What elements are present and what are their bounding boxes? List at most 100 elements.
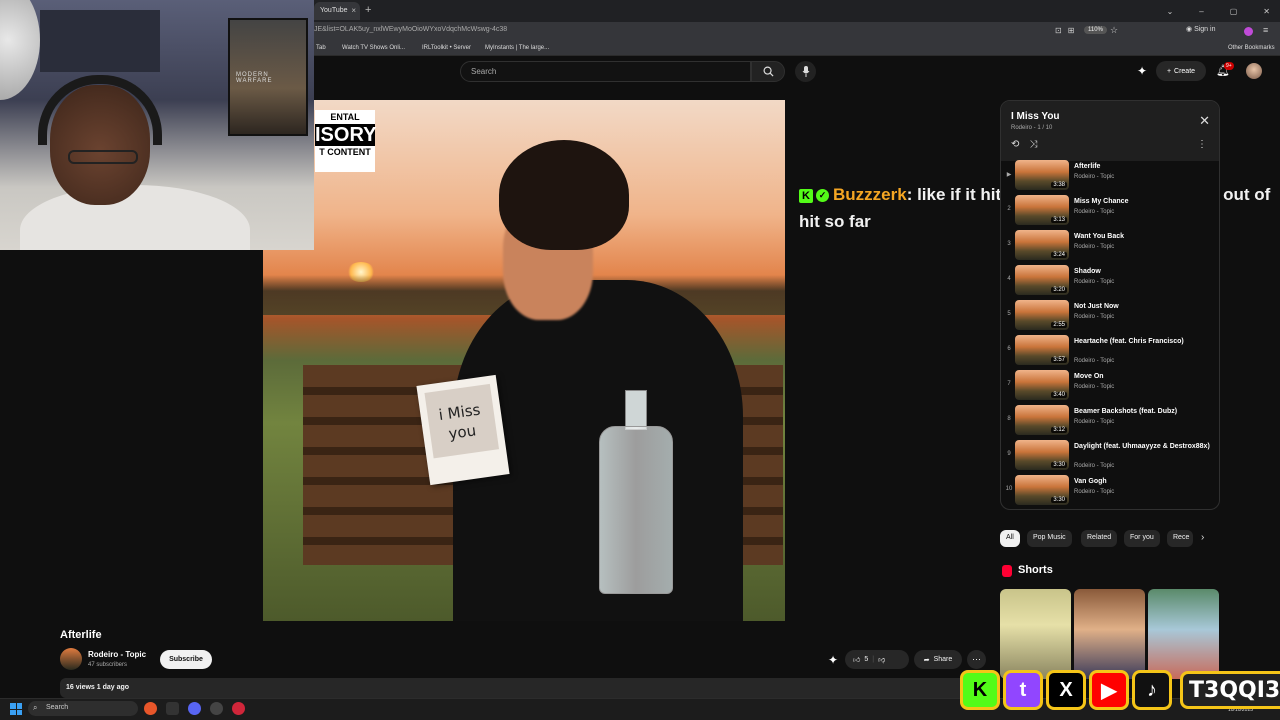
subscribe-button[interactable]: Subscribe bbox=[160, 650, 212, 669]
browser-tab-youtube[interactable]: YouTube × bbox=[314, 2, 360, 20]
bookmark-irltoolkit[interactable]: IRLToolkit • Server bbox=[422, 45, 471, 51]
menu-icon[interactable]: ≡ bbox=[1263, 25, 1268, 35]
discord-icon[interactable] bbox=[188, 702, 201, 715]
tab-title: YouTube bbox=[320, 7, 348, 14]
playlist-item-title: Heartache (feat. Chris Francisco) bbox=[1074, 338, 1184, 345]
tiktok-logo-icon: ♪ bbox=[1132, 670, 1172, 710]
playlist-thumbnail: 3:12 bbox=[1015, 405, 1069, 435]
playlist-item-artist: Rodeiro - Topic bbox=[1074, 358, 1115, 364]
playlist-item[interactable]: 4 3:20 Shadow Rodeiro - Topic bbox=[1001, 263, 1219, 298]
kick-icon: K bbox=[799, 188, 813, 203]
playlist-item[interactable]: ▶ 3:38 Afterlife Rodeiro - Topic bbox=[1001, 158, 1219, 193]
playlist-item[interactable]: 3 3:24 Want You Back Rodeiro - Topic bbox=[1001, 228, 1219, 263]
reader-icon[interactable]: ⊞ bbox=[1068, 26, 1075, 35]
new-tab-button[interactable]: + bbox=[365, 4, 371, 16]
url-text[interactable]: JE&list=OLAK5uy_nxlWEwyMoOioWYxoVdqchMcW… bbox=[314, 26, 507, 33]
kick-logo-icon: K bbox=[960, 670, 1000, 710]
install-icon[interactable]: ⊡ bbox=[1055, 26, 1062, 35]
bookmark-myinstants[interactable]: MyInstants | The large... bbox=[485, 45, 549, 51]
share-button[interactable]: ➦ Share bbox=[914, 650, 962, 669]
playlist-thumbnail: 3:13 bbox=[1015, 195, 1069, 225]
game-poster: MODERN WARFARE bbox=[228, 18, 308, 136]
playlist-item[interactable]: 6 3:57 Heartache (feat. Chris Francisco) Ro… bbox=[1001, 333, 1219, 368]
verified-icon: ✓ bbox=[816, 189, 829, 203]
extension-icon[interactable] bbox=[1244, 27, 1253, 36]
playlist-title[interactable]: I Miss You bbox=[1011, 111, 1209, 122]
playlist-item-title: Daylight (feat. Uhmaayyze & Destrox88x) bbox=[1074, 443, 1210, 450]
glasses-graphic bbox=[68, 150, 138, 164]
sign-in-button[interactable]: ◉ Sign in bbox=[1186, 25, 1215, 33]
bookmark-tab[interactable]: Tab bbox=[316, 45, 326, 51]
playlist-item[interactable]: 8 3:12 Beamer Backshots (feat. Dubz) Rodeir… bbox=[1001, 403, 1219, 438]
video-player[interactable]: i Miss you ENTAL ISORY T CONTENT bbox=[263, 100, 785, 621]
app-icon[interactable] bbox=[232, 702, 245, 715]
playlist-item[interactable]: 2 3:13 Miss My Chance Rodeiro - Topic bbox=[1001, 193, 1219, 228]
create-button[interactable]: + Create bbox=[1156, 61, 1206, 81]
playlist-item-artist: Rodeiro - Topic bbox=[1074, 384, 1115, 390]
firefox-icon[interactable] bbox=[144, 702, 157, 715]
playlist-item[interactable]: 7 3:40 Move On Rodeiro - Topic bbox=[1001, 368, 1219, 403]
account-avatar[interactable] bbox=[1246, 63, 1262, 79]
shuffle-icon[interactable]: ⤨ bbox=[1029, 139, 1037, 150]
close-icon[interactable]: × bbox=[351, 6, 356, 15]
address-bar-icons: ⊡ ⊞ bbox=[1055, 26, 1074, 35]
tab-list-icon[interactable]: ⌄ bbox=[1167, 7, 1174, 16]
playlist-item-artist: Rodeiro - Topic bbox=[1074, 209, 1115, 215]
playlist-item-duration: 3:24 bbox=[1051, 252, 1067, 258]
window-close-icon[interactable]: ✕ bbox=[1263, 7, 1270, 16]
search-input[interactable]: Search bbox=[460, 61, 751, 82]
playlist-item-number: 5 bbox=[1007, 311, 1011, 317]
voice-search-button[interactable] bbox=[795, 61, 816, 82]
playlist-item-title: Miss My Chance bbox=[1074, 198, 1129, 205]
youtube-logo-icon: ▶ bbox=[1089, 670, 1129, 710]
other-bookmarks[interactable]: Other Bookmarks bbox=[1228, 45, 1275, 51]
playlist-item-duration: 3:30 bbox=[1051, 462, 1067, 468]
short-thumbnail[interactable] bbox=[1000, 589, 1071, 679]
search-button[interactable] bbox=[751, 61, 785, 82]
chip-recent[interactable]: Rece bbox=[1167, 530, 1193, 547]
chevron-right-icon[interactable]: › bbox=[1201, 532, 1204, 543]
gem-icon[interactable]: ✦ bbox=[1137, 64, 1147, 78]
zoom-level[interactable]: 110% bbox=[1084, 26, 1107, 34]
short-thumbnail[interactable] bbox=[1074, 589, 1145, 679]
window-controls: ⌄ – ▢ ✕ bbox=[1167, 0, 1280, 22]
playlist-item[interactable]: 5 2:55 Not Just Now Rodeiro - Topic bbox=[1001, 298, 1219, 333]
playlist-item-artist: Rodeiro - Topic bbox=[1074, 174, 1115, 180]
playlist-item[interactable]: 10 3:30 Van Gogh Rodeiro - Topic bbox=[1001, 473, 1219, 508]
bookmark-watch-tv[interactable]: Watch TV Shows Onli... bbox=[342, 45, 405, 51]
advisory-mid: ISORY bbox=[315, 124, 377, 146]
close-icon[interactable]: ✕ bbox=[1199, 113, 1210, 129]
star-icon[interactable]: ☆ bbox=[1110, 25, 1118, 36]
playlist-item[interactable]: 9 3:30 Daylight (feat. Uhmaayyze & Destrox… bbox=[1001, 438, 1219, 473]
playlist-thumbnail: 3:40 bbox=[1015, 370, 1069, 400]
obs-icon[interactable] bbox=[210, 702, 223, 715]
playlist-item-artist: Rodeiro - Topic bbox=[1074, 463, 1115, 469]
playlist-item-artist: Rodeiro - Topic bbox=[1074, 244, 1115, 250]
chip-for-you[interactable]: For you bbox=[1124, 530, 1160, 547]
chip-all[interactable]: All bbox=[1000, 530, 1020, 547]
playlist-thumbnail: 3:20 bbox=[1015, 265, 1069, 295]
more-actions-icon[interactable]: ⋯ bbox=[967, 650, 986, 669]
more-vert-icon[interactable]: ⋮ bbox=[1197, 139, 1207, 150]
playlist-item-duration: 3:30 bbox=[1051, 497, 1067, 503]
description-box[interactable]: 16 views 1 day ago bbox=[60, 678, 986, 698]
maximize-icon[interactable]: ▢ bbox=[1230, 7, 1238, 16]
windows-start-icon[interactable] bbox=[10, 703, 22, 715]
channel-avatar[interactable] bbox=[60, 648, 82, 670]
playlist-item-title: Move On bbox=[1074, 373, 1104, 380]
short-thumbnail[interactable] bbox=[1148, 589, 1219, 679]
thumbs-up-icon[interactable]: 👍︎ bbox=[853, 655, 860, 664]
taskbar-search[interactable]: ⌕ Search bbox=[28, 701, 138, 716]
channel-name[interactable]: Rodeiro - Topic bbox=[88, 650, 146, 659]
thumbs-down-icon[interactable]: 👎︎ bbox=[878, 655, 885, 664]
minimize-icon[interactable]: – bbox=[1199, 7, 1203, 16]
app-icon[interactable] bbox=[166, 702, 179, 715]
gem-icon[interactable]: ✦ bbox=[828, 653, 838, 667]
chip-pop-music[interactable]: Pop Music bbox=[1027, 530, 1072, 547]
playlist-item-duration: 3:57 bbox=[1051, 357, 1067, 363]
chip-related[interactable]: Related bbox=[1081, 530, 1118, 547]
playlist-item-title: Want You Back bbox=[1074, 233, 1125, 240]
like-dislike-bar[interactable]: 👍︎ 5 | 👎︎ bbox=[845, 650, 909, 669]
playlist-item-title: Afterlife bbox=[1074, 163, 1101, 170]
loop-icon[interactable]: ⟲ bbox=[1011, 139, 1019, 150]
